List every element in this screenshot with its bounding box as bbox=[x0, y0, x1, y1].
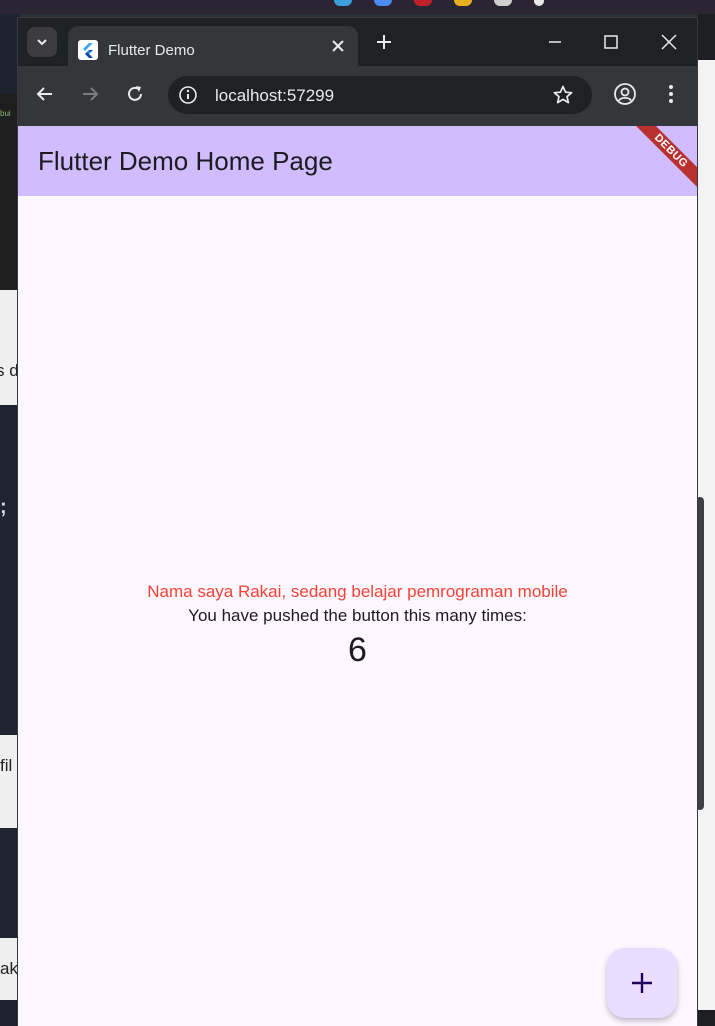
tab-search-button[interactable] bbox=[27, 27, 57, 57]
background-editor-window bbox=[0, 828, 20, 938]
plus-icon bbox=[632, 973, 652, 993]
browser-window: Flutter Demo localhost:57299 Flutter Dem… bbox=[18, 18, 697, 1026]
desktop-taskbar bbox=[0, 0, 715, 14]
chevron-down-icon bbox=[37, 39, 47, 46]
taskbar-app-icon[interactable] bbox=[374, 0, 392, 6]
background-text-snippet: s de bbox=[0, 290, 20, 405]
background-scrollbar[interactable] bbox=[696, 497, 704, 810]
background-text-snippet: fil bbox=[0, 735, 20, 828]
reload-icon[interactable] bbox=[123, 82, 147, 106]
kebab-menu-icon[interactable] bbox=[661, 82, 681, 106]
page-viewport: Flutter Demo Home Page DEBUG Nama saya R… bbox=[18, 126, 697, 1026]
flutter-logo-icon bbox=[78, 40, 98, 60]
counter-value: 6 bbox=[348, 631, 367, 669]
taskbar-app-icon[interactable] bbox=[534, 0, 544, 6]
browser-toolbar: localhost:57299 bbox=[18, 66, 697, 126]
taskbar-app-icon[interactable] bbox=[454, 0, 472, 6]
plus-icon[interactable] bbox=[373, 31, 395, 53]
taskbar-app-icon[interactable] bbox=[334, 0, 352, 6]
push-count-label: You have pushed the button this many tim… bbox=[188, 606, 527, 625]
maximize-icon[interactable] bbox=[599, 30, 623, 54]
counter-section: Nama saya Rakai, sedang belajar pemrogra… bbox=[18, 580, 697, 672]
background-code-snippet: bui bbox=[0, 94, 20, 290]
intro-text: Nama saya Rakai, sedang belajar pemrogra… bbox=[147, 582, 568, 601]
tab-title: Flutter Demo bbox=[108, 42, 195, 59]
taskbar-app-icon[interactable] bbox=[414, 0, 432, 6]
background-code-snippet: ; bbox=[0, 405, 20, 735]
star-icon[interactable] bbox=[552, 84, 574, 106]
page-title: Flutter Demo Home Page bbox=[38, 146, 333, 176]
address-bar[interactable]: localhost:57299 bbox=[168, 76, 592, 114]
app-bar: Flutter Demo Home Page bbox=[18, 126, 697, 196]
arrow-right-icon[interactable] bbox=[78, 82, 102, 106]
background-text-snippet: ak bbox=[0, 938, 20, 1000]
tab-strip: Flutter Demo bbox=[18, 18, 697, 66]
browser-tab[interactable]: Flutter Demo bbox=[68, 26, 358, 66]
increment-button[interactable] bbox=[607, 948, 677, 1018]
close-window-icon[interactable] bbox=[657, 30, 681, 54]
arrow-left-icon[interactable] bbox=[33, 82, 57, 106]
url-text[interactable]: localhost:57299 bbox=[215, 86, 334, 106]
profile-icon[interactable] bbox=[613, 82, 637, 106]
minimize-icon[interactable] bbox=[543, 30, 567, 54]
info-icon[interactable] bbox=[178, 85, 198, 105]
taskbar-app-icon[interactable] bbox=[494, 0, 512, 6]
close-icon[interactable] bbox=[330, 38, 346, 54]
